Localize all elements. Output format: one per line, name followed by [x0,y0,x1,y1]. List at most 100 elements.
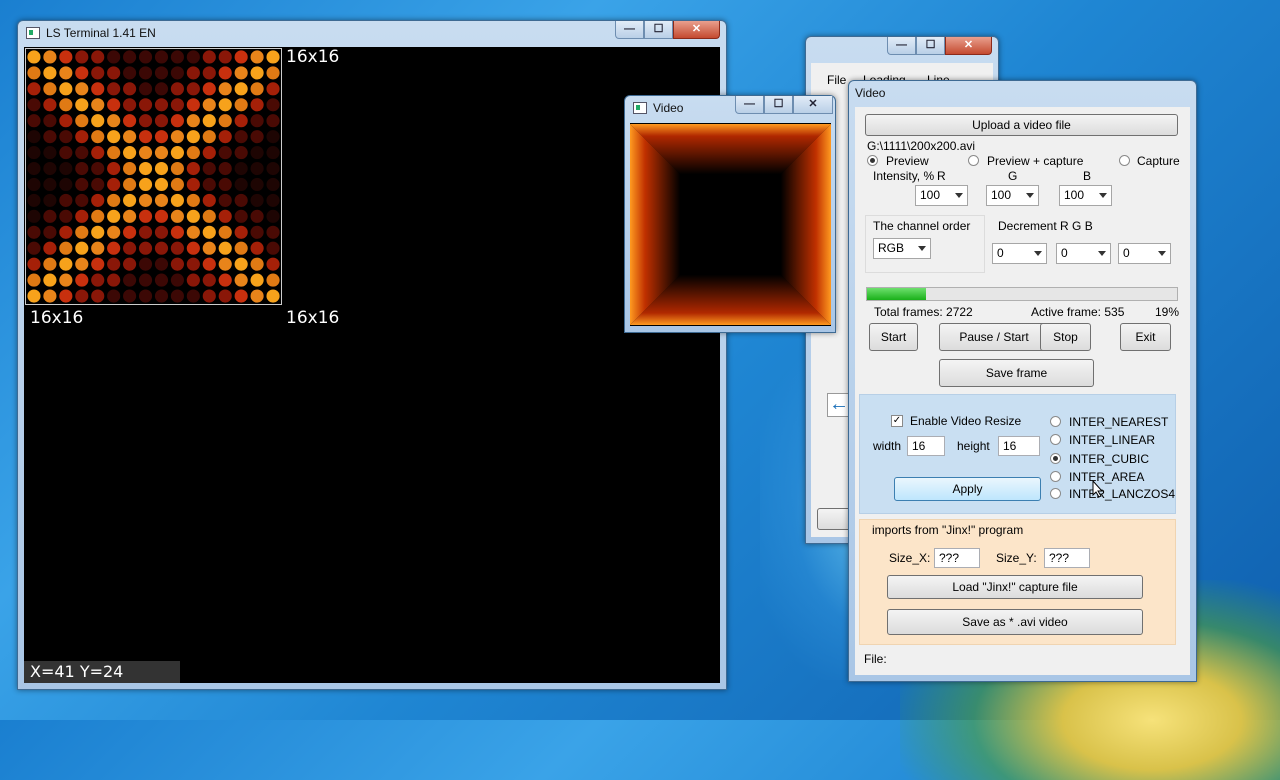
inter-nearest-radio[interactable] [1050,416,1061,427]
inter-linear-radio[interactable] [1050,434,1061,445]
led-pixel [250,193,264,207]
inter-area-radio[interactable] [1050,471,1061,482]
size-y-input[interactable]: ??? [1044,548,1090,568]
window-title: Video [855,86,886,100]
close-button[interactable]: ✕ [793,96,833,114]
minimize-button[interactable]: — [887,37,916,55]
enable-resize-checkbox[interactable]: ✓ [891,415,903,427]
led-pixel [43,241,57,255]
upload-video-button[interactable]: Upload a video file [865,114,1178,136]
led-pixel [234,225,248,239]
decrement-b-select[interactable]: 0 [1118,243,1171,264]
ls-terminal-titlebar[interactable]: LS Terminal 1.41 EN — ☐ ✕ [18,21,726,45]
start-button[interactable]: Start [869,323,918,351]
led-matrix-canvas[interactable]: 16x16 16x16 16x16 X=41 Y=24 [24,47,720,683]
video-controls-titlebar[interactable]: Video [849,81,1196,105]
led-pixel [218,273,232,287]
load-jinx-button[interactable]: Load "Jinx!" capture file [887,575,1143,599]
led-pixel [59,98,73,112]
led-pixel [107,177,121,192]
led-pixel [43,273,57,287]
size-x-input[interactable]: ??? [934,548,980,568]
minimize-button[interactable]: — [615,21,644,39]
intensity-g-select[interactable]: 100 [986,185,1039,206]
led-pixel [170,82,184,96]
channel-order-select[interactable]: RGB [873,238,931,259]
mode-preview-label: Preview [886,154,929,168]
led-pixel [138,177,153,192]
save-frame-button[interactable]: Save frame [939,359,1094,387]
decrement-r-select[interactable]: 0 [992,243,1047,264]
intensity-r-select[interactable]: 100 [915,185,968,206]
led-pixel [266,177,280,192]
led-pixel [43,177,57,192]
close-button[interactable]: ✕ [945,37,992,55]
led-pixel [138,193,153,207]
minimize-button[interactable]: — [735,96,764,114]
led-pixel [154,241,169,255]
led-pixel [154,209,169,223]
video-preview-titlebar[interactable]: Video — ☐ ✕ [625,96,835,120]
background-window-titlebar[interactable]: — ☐ ✕ [806,37,998,61]
menu-file[interactable]: File [827,73,846,87]
led-pixel [123,225,137,239]
frame-progress-bar [866,287,1178,301]
maximize-button[interactable]: ☐ [764,96,793,114]
jinx-group-label: imports from "Jinx!" program [872,523,1024,537]
led-pixel [154,98,169,112]
led-pixel [202,98,216,112]
led-pixel [218,225,232,239]
led-pixel [59,273,73,287]
led-pixel [234,289,248,303]
inter-lanczos4-radio[interactable] [1050,488,1061,499]
intensity-b-select[interactable]: 100 [1059,185,1112,206]
led-pixel [27,130,41,144]
led-pixel [202,50,216,64]
save-avi-button[interactable]: Save as * .avi video [887,609,1143,635]
led-pixel [186,193,200,207]
exit-button[interactable]: Exit [1120,323,1171,351]
pause-start-button[interactable]: Pause / Start [939,323,1049,351]
led-pixel [43,50,57,64]
led-pixel [202,114,216,128]
window-title: Video [653,101,684,115]
led-pixel [234,177,248,192]
apply-button[interactable]: Apply [894,477,1041,501]
led-pixel [43,114,57,128]
led-pixel [154,289,169,303]
led-pixel [91,50,105,64]
led-pixel [250,209,264,223]
led-pixel [170,241,184,255]
led-pixel [27,289,41,303]
mode-preview-radio[interactable] [867,155,878,166]
led-pixel [186,289,200,303]
inter-lanczos4-label: INTER_LANCZOS4 [1069,487,1176,501]
mode-capture-radio[interactable] [1119,155,1130,166]
led-pixel [266,257,280,271]
led-pixel [266,82,280,96]
led-pixel [170,193,184,207]
led-pixel [59,225,73,239]
width-input[interactable]: 16 [907,436,945,456]
stop-button[interactable]: Stop [1040,323,1091,351]
led-pixel [107,146,121,160]
height-input[interactable]: 16 [998,436,1040,456]
maximize-button[interactable]: ☐ [916,37,945,55]
partial-button[interactable] [817,508,851,530]
maximize-button[interactable]: ☐ [644,21,673,39]
led-pixel [107,161,121,176]
led-pixel [91,66,105,80]
led-pixel [43,225,57,239]
led-pixel [91,209,105,223]
matrix-size-label: 16x16 [286,47,340,67]
led-pixel [27,241,41,255]
led-pixel [91,193,105,207]
led-pixel [202,193,216,207]
led-pixel [186,209,200,223]
led-pixel [43,289,57,303]
mode-preview-capture-radio[interactable] [968,155,979,166]
close-button[interactable]: ✕ [673,21,720,39]
led-pixel [218,130,232,144]
decrement-g-select[interactable]: 0 [1056,243,1111,264]
inter-cubic-radio[interactable] [1050,453,1061,464]
